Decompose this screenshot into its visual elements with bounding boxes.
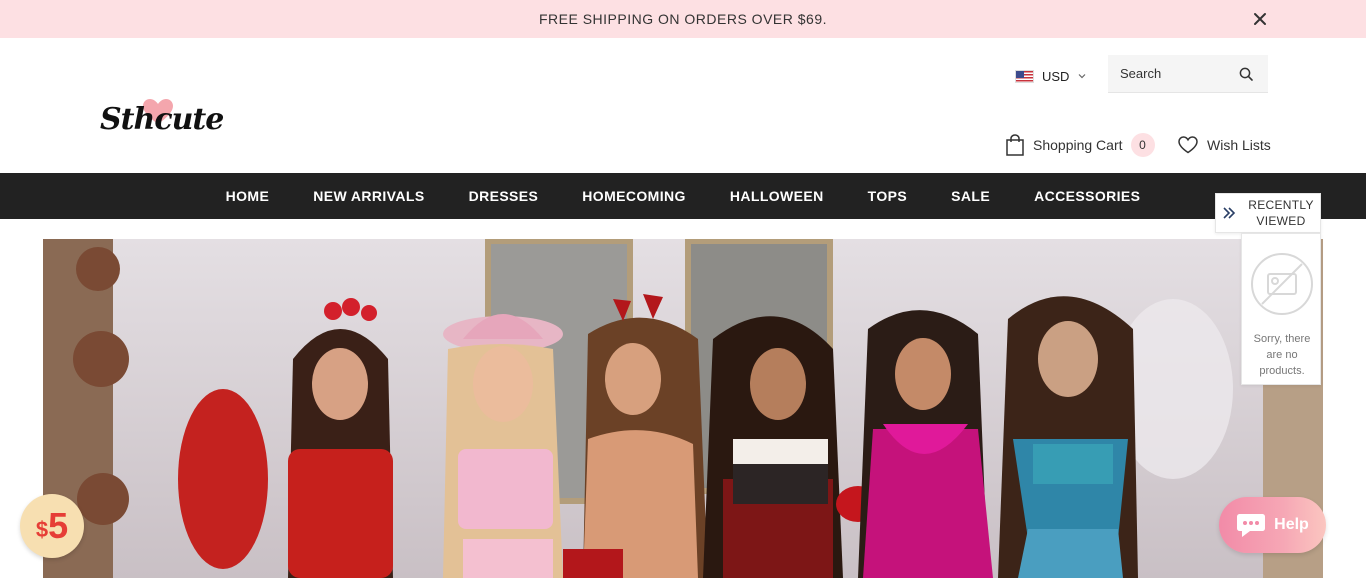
announcement-bar: FREE SHIPPING ON ORDERS OVER $69.: [0, 0, 1366, 38]
help-label: Help: [1274, 516, 1309, 533]
recently-viewed-title: RECENTLY VIEWED: [1248, 198, 1314, 228]
close-icon[interactable]: [1250, 9, 1270, 29]
search-icon[interactable]: [1238, 66, 1254, 82]
nav-item-halloween[interactable]: HALLOWEEN: [708, 188, 846, 204]
no-image-icon: [1251, 253, 1313, 315]
empty-message: Sorry, there are no products.: [1253, 333, 1311, 377]
nav-item-new-arrivals[interactable]: NEW ARRIVALS: [291, 188, 446, 204]
cart-label: Shopping Cart: [1033, 137, 1123, 153]
help-chat-button[interactable]: Help: [1219, 497, 1326, 553]
shopping-cart-link[interactable]: Shopping Cart 0: [1005, 132, 1155, 158]
logo-text: Sthcute: [100, 102, 224, 137]
double-chevron-right-icon: [1223, 207, 1236, 219]
coupon-currency: $: [35, 517, 49, 542]
main-nav: HOME NEW ARRIVALS DRESSES HOMECOMING HAL…: [0, 173, 1366, 219]
heart-icon: [1178, 136, 1198, 154]
recently-viewed-tab[interactable]: RECENTLY VIEWED: [1215, 193, 1321, 233]
site-header: Sthcute USD Sh: [0, 38, 1366, 173]
cart-count-badge: 0: [1130, 133, 1155, 157]
announcement-text: FREE SHIPPING ON ORDERS OVER $69.: [538, 11, 827, 27]
coupon-badge[interactable]: $ 5: [20, 494, 84, 558]
chat-bubble-icon: [1237, 514, 1266, 537]
nav-item-home[interactable]: HOME: [204, 188, 292, 204]
nav-item-dresses[interactable]: DRESSES: [447, 188, 561, 204]
search-input[interactable]: [1120, 66, 1230, 81]
search-box: [1108, 55, 1268, 93]
currency-label: USD: [1042, 68, 1070, 84]
us-flag-icon: [1015, 69, 1034, 83]
wish-list-link[interactable]: Wish Lists: [1178, 132, 1271, 158]
logo[interactable]: Sthcute: [100, 96, 224, 146]
wish-list-label: Wish Lists: [1207, 137, 1271, 153]
nav-item-sale[interactable]: SALE: [929, 188, 1012, 204]
recently-viewed-toggle[interactable]: [1216, 194, 1242, 232]
shopping-bag-icon: [1006, 134, 1024, 156]
nav-item-accessories[interactable]: ACCESSORIES: [1012, 188, 1162, 204]
nav-item-tops[interactable]: TOPS: [846, 188, 929, 204]
hero-banner[interactable]: [43, 239, 1323, 578]
coupon-amount: 5: [48, 505, 69, 546]
chevron-down-icon: [1079, 74, 1086, 79]
hero-image: [43, 239, 1323, 578]
currency-selector[interactable]: USD: [1015, 66, 1087, 86]
recently-viewed-panel: Sorry, there are no products.: [1241, 233, 1321, 385]
nav-item-homecoming[interactable]: HOMECOMING: [560, 188, 708, 204]
